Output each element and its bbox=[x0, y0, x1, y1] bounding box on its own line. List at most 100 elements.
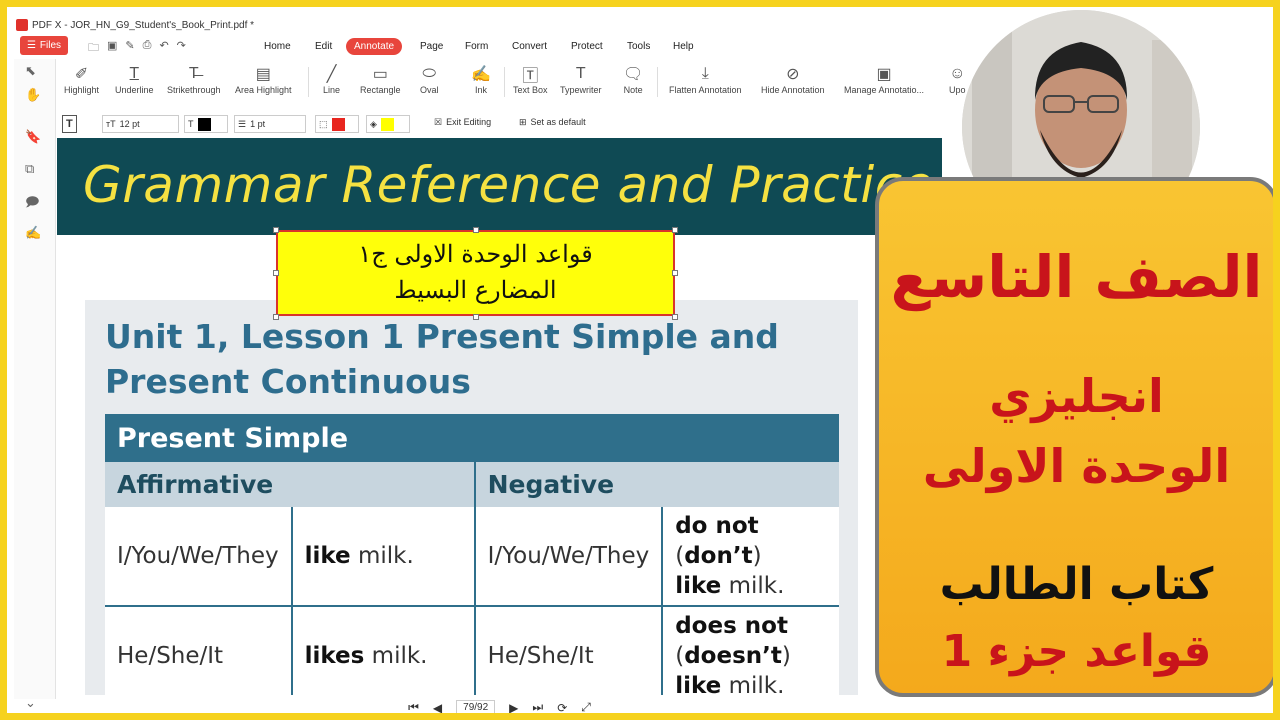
typewriter-tool[interactable]: T Typewriter bbox=[560, 63, 602, 95]
files-button[interactable]: ☰ Files bbox=[20, 36, 68, 55]
exit-editing-label: Exit Editing bbox=[446, 117, 492, 127]
select-cursor-icon[interactable]: ⬉ bbox=[25, 63, 36, 79]
tool-label: Text Box bbox=[513, 85, 548, 95]
highlight-tool[interactable]: ✐ Highlight bbox=[64, 63, 99, 95]
fit-page-icon[interactable]: ⤢ bbox=[581, 700, 591, 713]
page-title: Grammar Reference and Practice bbox=[83, 156, 935, 214]
underline-icon: T̲ bbox=[129, 65, 140, 82]
text-color-icon: T bbox=[188, 119, 194, 129]
rectangle-tool[interactable]: ▭ Rectangle bbox=[360, 63, 401, 95]
text-color-picker[interactable]: T bbox=[184, 115, 228, 133]
signature-icon[interactable]: ✍ bbox=[25, 225, 41, 241]
tool-label: Note bbox=[623, 85, 643, 95]
files-label: Files bbox=[39, 40, 62, 51]
line-tool[interactable]: ╱ Line bbox=[323, 63, 340, 95]
fill-bucket-icon: ◈ bbox=[370, 118, 377, 129]
page-number-input[interactable]: 79/92 bbox=[456, 700, 496, 713]
first-page-icon[interactable]: ⏮ bbox=[408, 700, 419, 713]
oval-tool[interactable]: ⬭ Oval bbox=[420, 63, 439, 95]
note-tool[interactable]: 🗨 Note bbox=[623, 63, 643, 95]
hand-tool-icon[interactable]: ✋ bbox=[25, 87, 41, 103]
card-subject-text: انجليزي bbox=[989, 369, 1164, 423]
menu-help[interactable]: Help bbox=[665, 38, 702, 55]
hide-annotation-tool[interactable]: ⊘ Hide Annotation bbox=[761, 63, 825, 95]
undo-icon[interactable]: ↶ bbox=[159, 39, 168, 58]
area-highlight-tool[interactable]: ▤ Area Highlight bbox=[235, 63, 292, 95]
font-size-value: 12 pt bbox=[119, 119, 140, 129]
last-page-icon[interactable]: ⏭ bbox=[532, 700, 543, 713]
bookmark-icon[interactable]: 🔖 bbox=[25, 129, 41, 145]
flatten-annotation-tool[interactable]: ⤓ Flatten Annotation bbox=[669, 63, 742, 95]
left-sidebar: ⬉ ✋ 🔖 ⧉ 🗩 ✍ ⌄ bbox=[14, 59, 56, 710]
neg-paren: ( bbox=[675, 643, 685, 669]
resize-handle[interactable] bbox=[672, 270, 678, 276]
menu-home[interactable]: Home bbox=[256, 38, 299, 55]
oval-icon: ⬭ bbox=[422, 65, 437, 82]
window-title: PDF X - JOR_HN_G9_Student's_Book_Print.p… bbox=[32, 19, 255, 31]
next-page-icon[interactable]: ▶ bbox=[509, 701, 518, 714]
line-width-select[interactable]: ☰ 1 pt bbox=[234, 115, 306, 133]
underline-tool[interactable]: T̲ Underline bbox=[115, 63, 154, 95]
card-grade-text: الصف التاسع bbox=[890, 243, 1263, 311]
ink-tool[interactable]: ✍ Ink bbox=[471, 63, 491, 95]
neg-paren: ) bbox=[781, 643, 791, 669]
upgrade-tool[interactable]: ☺ Upo bbox=[949, 63, 966, 95]
neg-paren: ) bbox=[752, 543, 762, 569]
menu-tools[interactable]: Tools bbox=[619, 38, 658, 55]
hamburger-icon: ☰ bbox=[26, 40, 36, 51]
set-default-label: Set as default bbox=[530, 117, 586, 127]
text-box-tool[interactable]: 🅃 Text Box bbox=[513, 63, 548, 95]
rotate-icon[interactable]: ⟳ bbox=[557, 701, 567, 714]
redo-icon[interactable]: ↷ bbox=[177, 39, 186, 58]
neg-rest: milk. bbox=[721, 673, 785, 695]
previous-page-icon[interactable]: ◀ bbox=[433, 701, 442, 714]
menu-annotate[interactable]: Annotate bbox=[346, 38, 403, 55]
page-banner: Grammar Reference and Practice bbox=[57, 138, 942, 235]
menu-edit[interactable]: Edit bbox=[307, 38, 340, 55]
tool-label: Rectangle bbox=[360, 85, 401, 95]
print-icon[interactable]: ⎙ bbox=[143, 39, 152, 58]
font-size-select[interactable]: ᴛT 12 pt bbox=[102, 115, 179, 133]
note-line-1: قواعد الوحدة الاولى ج١ bbox=[358, 240, 593, 268]
menu-convert[interactable]: Convert bbox=[504, 38, 555, 55]
menu-form[interactable]: Form bbox=[457, 38, 496, 55]
text-tool-icon[interactable]: T bbox=[62, 115, 77, 133]
resize-handle[interactable] bbox=[473, 227, 479, 233]
table-cell: likes milk. bbox=[291, 606, 476, 695]
comments-icon[interactable]: 🗩 bbox=[25, 193, 39, 215]
resize-handle[interactable] bbox=[672, 227, 678, 233]
neg-paren: ( bbox=[675, 543, 685, 569]
page-navigation: ⏮ ◀ 79/92 ▶ ⏭ ⟳ ⤢ bbox=[57, 695, 942, 714]
strikethrough-tool[interactable]: T̶ Strikethrough bbox=[167, 63, 221, 95]
manage-annotations-tool[interactable]: ▣ Manage Annotatio... bbox=[844, 63, 924, 95]
stroke-color-icon: ⬚ bbox=[319, 118, 328, 129]
stroke-color-picker[interactable]: ⬚ bbox=[315, 115, 359, 133]
open-folder-icon[interactable]: 🗀 bbox=[88, 39, 99, 58]
text-box-icon: 🅃 bbox=[522, 68, 539, 85]
negative-header: Negative bbox=[474, 462, 839, 507]
text-box-annotation[interactable]: قواعد الوحدة الاولى ج١ المضارع البسيط bbox=[276, 230, 675, 316]
chevron-down-icon[interactable]: ⌄ bbox=[25, 695, 36, 711]
exit-editing-button[interactable]: ☒ Exit Editing bbox=[434, 117, 491, 128]
tool-label: Oval bbox=[420, 85, 439, 95]
close-box-icon: ☒ bbox=[434, 117, 443, 127]
menu-protect[interactable]: Protect bbox=[563, 38, 611, 55]
note-line-2: المضارع البسيط bbox=[394, 276, 557, 304]
resize-handle[interactable] bbox=[273, 227, 279, 233]
resize-handle[interactable] bbox=[273, 270, 279, 276]
pages-icon[interactable]: ⧉ bbox=[25, 161, 34, 177]
title-bar: PDF X - JOR_HN_G9_Student's_Book_Print.p… bbox=[14, 14, 997, 36]
line-width-icon: ☰ bbox=[238, 118, 247, 129]
edit-icon[interactable]: ✎ bbox=[125, 39, 134, 58]
tool-label: Strikethrough bbox=[167, 85, 221, 95]
save-icon[interactable]: ▣ bbox=[107, 39, 117, 58]
fill-color-picker[interactable]: ◈ bbox=[366, 115, 410, 133]
table-cell: I/You/We/They bbox=[474, 507, 664, 607]
menu-page[interactable]: Page bbox=[412, 38, 451, 55]
neg-rest: milk. bbox=[721, 573, 785, 599]
set-default-button[interactable]: ⊞ Set as default bbox=[519, 117, 586, 128]
card-unit-text: الوحدة الاولى bbox=[922, 439, 1231, 493]
font-size-icon: ᴛT bbox=[106, 119, 116, 129]
properties-bar: T ᴛT 12 pt T ☰ 1 pt ⬚ ◈ ☒ Exit Editing ⊞… bbox=[57, 113, 997, 135]
manage-annotations-icon: ▣ bbox=[876, 66, 892, 83]
